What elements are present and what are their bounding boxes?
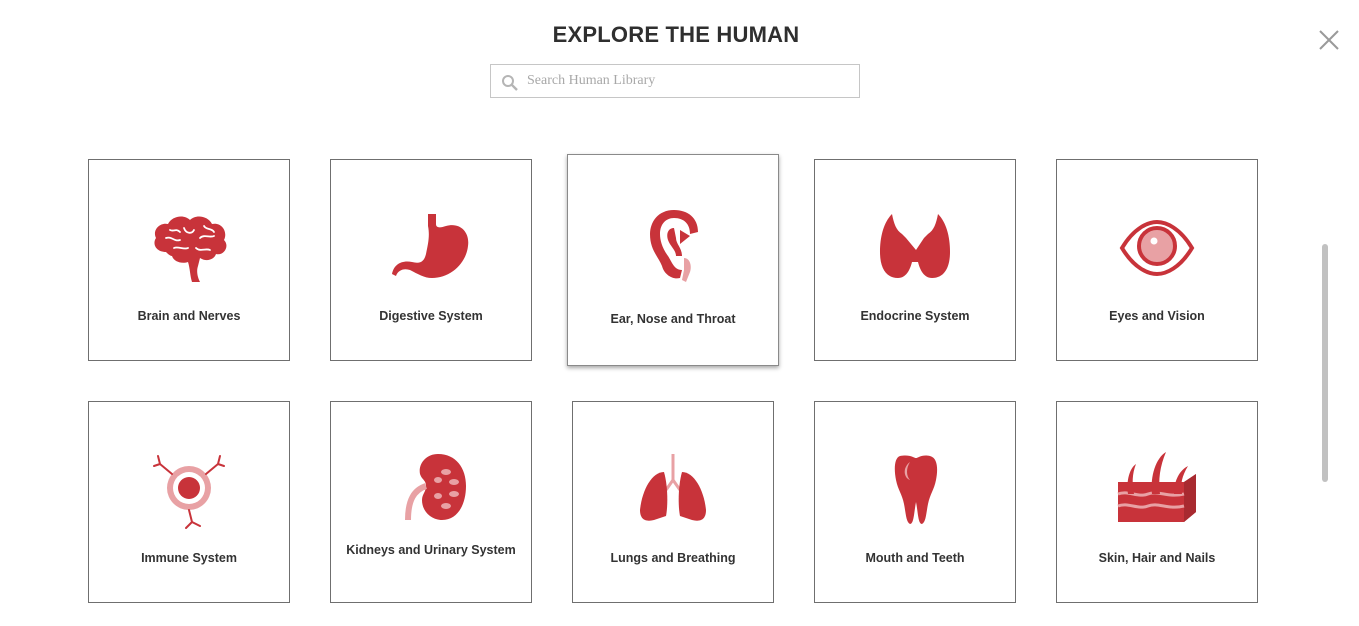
skin-icon: [1117, 452, 1196, 522]
page-title: EXPLORE THE HUMAN: [552, 22, 800, 47]
search-box: [490, 64, 860, 98]
card-label: Digestive System: [379, 309, 483, 323]
card-label: Brain and Nerves: [137, 309, 241, 323]
ear-icon: [650, 210, 698, 282]
thyroid-icon: [880, 214, 950, 278]
eye-icon: [1119, 219, 1195, 277]
lungs-icon: [640, 454, 706, 521]
card-label: Kidneys and Urinary System: [346, 543, 516, 557]
search-icon: [502, 75, 518, 91]
scrollbar-thumb[interactable]: [1322, 244, 1328, 482]
card-label: Skin, Hair and Nails: [1098, 551, 1216, 565]
card-lungs-and-breathing[interactable]: Lungs and Breathing: [572, 401, 774, 603]
close-icon: [1319, 30, 1339, 50]
card-brain-and-nerves[interactable]: Brain and Nerves: [88, 159, 290, 361]
search-input[interactable]: [527, 65, 847, 97]
card-mouth-and-teeth[interactable]: Mouth and Teeth: [814, 401, 1016, 603]
brain-icon: [154, 216, 227, 282]
card-digestive-system[interactable]: Digestive System: [330, 159, 532, 361]
tooth-icon: [894, 455, 938, 524]
explore-modal: EXPLORE THE HUMAN Brain and Nerves Diges…: [0, 0, 1359, 626]
card-label: Lungs and Breathing: [610, 551, 736, 565]
close-button[interactable]: [1314, 25, 1344, 55]
card-label: Immune System: [141, 551, 237, 565]
card-label: Eyes and Vision: [1109, 309, 1205, 323]
card-immune-system[interactable]: Immune System: [88, 401, 290, 603]
card-label: Endocrine System: [860, 309, 970, 323]
card-ear-nose-and-throat[interactable]: Ear, Nose and Throat: [567, 154, 779, 366]
card-label: Mouth and Teeth: [865, 551, 965, 565]
card-label: Ear, Nose and Throat: [610, 312, 736, 326]
stomach-icon: [392, 214, 469, 278]
card-endocrine-system[interactable]: Endocrine System: [814, 159, 1016, 361]
immune-cell-icon: [153, 455, 225, 529]
card-kidneys-and-urinary-system[interactable]: Kidneys and Urinary System: [330, 401, 532, 603]
card-skin-hair-and-nails[interactable]: Skin, Hair and Nails: [1056, 401, 1258, 603]
kidney-icon: [405, 454, 466, 521]
card-eyes-and-vision[interactable]: Eyes and Vision: [1056, 159, 1258, 361]
